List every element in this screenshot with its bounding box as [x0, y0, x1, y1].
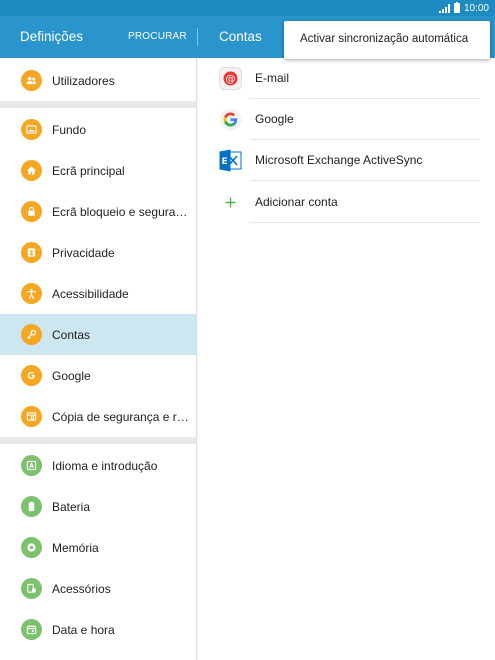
group-separator — [0, 101, 197, 108]
exchange-icon: E — [219, 149, 242, 172]
svg-text:@: @ — [226, 74, 236, 85]
row-divider — [250, 222, 480, 223]
lock-icon — [21, 201, 42, 222]
settings-item-ecra-bloqueio[interactable]: Ecrã bloqueio e segura… — [0, 191, 197, 232]
account-label: Google — [255, 112, 294, 126]
home-icon — [21, 160, 42, 181]
row-divider — [250, 180, 480, 181]
account-label: Microsoft Exchange ActiveSync — [255, 153, 423, 167]
settings-item-privacidade[interactable]: Privacidade — [0, 232, 197, 273]
status-indicators: 10:00 — [438, 2, 489, 14]
accounts-panel: @ E-mail Google E Microsoft Exchange Act… — [198, 58, 495, 660]
page-title: Definições — [20, 29, 84, 44]
language-icon — [21, 455, 42, 476]
calendar-icon — [21, 619, 42, 640]
account-label: E-mail — [255, 71, 290, 85]
settings-item-google[interactable]: Google — [0, 355, 197, 396]
settings-item-contas[interactable]: Contas — [0, 314, 197, 355]
section-title: Contas — [219, 29, 262, 44]
settings-item-label: Utilizadores — [52, 73, 115, 88]
email-icon: @ — [219, 67, 242, 90]
settings-item-label: Cópia de segurança e r… — [52, 409, 189, 424]
settings-item-label: Idioma e introdução — [52, 458, 158, 473]
menu-item-auto-sync[interactable]: Activar sincronização automática — [300, 33, 468, 45]
overflow-menu: Activar sincronização automática — [284, 21, 490, 59]
settings-item-label: Google — [52, 368, 91, 383]
settings-item-idioma[interactable]: Idioma e introdução — [0, 445, 197, 486]
settings-item-label: Contas — [52, 327, 91, 342]
account-item-email[interactable]: @ E-mail — [198, 58, 495, 99]
settings-item-copia-seguranca[interactable]: Cópia de segurança e r… — [0, 396, 197, 437]
account-label: Adicionar conta — [255, 195, 338, 209]
settings-item-label: Data e hora — [52, 622, 115, 637]
svg-text:E: E — [222, 157, 228, 167]
accessibility-icon — [21, 283, 42, 304]
status-bar: 10:00 — [0, 0, 495, 16]
signal-icon — [438, 3, 450, 13]
wallpaper-icon — [21, 119, 42, 140]
users-icon — [21, 70, 42, 91]
settings-item-acessorios[interactable]: Acessórios — [0, 568, 197, 609]
settings-item-fundo[interactable]: Fundo — [0, 109, 197, 150]
settings-item-acessibilidade[interactable]: Acessibilidade — [0, 273, 197, 314]
settings-item-label: Ecrã bloqueio e segura… — [52, 204, 188, 219]
memory-icon — [21, 537, 42, 558]
plus-icon — [219, 191, 242, 214]
settings-item-label: Acessórios — [52, 581, 111, 596]
settings-item-label: Fundo — [52, 122, 87, 137]
settings-item-bateria[interactable]: Bateria — [0, 486, 197, 527]
settings-item-label: Acessibilidade — [52, 286, 129, 301]
group-separator — [0, 437, 197, 444]
google-g-icon — [219, 108, 242, 131]
settings-item-label: Bateria — [52, 499, 91, 514]
backup-icon — [21, 406, 42, 427]
settings-menu: Utilizadores Fundo Ecrã principal Ecrã b… — [0, 58, 197, 660]
settings-item-memoria[interactable]: Memória — [0, 527, 197, 568]
battery-status-icon — [453, 2, 460, 13]
settings-item-utilizadores[interactable]: Utilizadores — [0, 60, 197, 101]
google-icon — [21, 365, 42, 386]
key-icon — [21, 324, 42, 345]
status-time: 10:00 — [463, 2, 489, 14]
settings-item-data-hora[interactable]: Data e hora — [0, 609, 197, 650]
appbar-divider — [197, 28, 198, 46]
search-button[interactable]: PROCURAR — [128, 31, 187, 42]
settings-item-label: Memória — [52, 540, 99, 555]
settings-item-label: Ecrã principal — [52, 163, 125, 178]
privacy-icon — [21, 242, 42, 263]
account-item-exchange[interactable]: E Microsoft Exchange ActiveSync — [198, 140, 495, 181]
settings-item-ecra-principal[interactable]: Ecrã principal — [0, 150, 197, 191]
account-item-google[interactable]: Google — [198, 99, 495, 140]
settings-item-label: Privacidade — [52, 245, 115, 260]
accessories-icon — [21, 578, 42, 599]
add-account-button[interactable]: Adicionar conta — [198, 182, 495, 223]
battery-icon — [21, 496, 42, 517]
